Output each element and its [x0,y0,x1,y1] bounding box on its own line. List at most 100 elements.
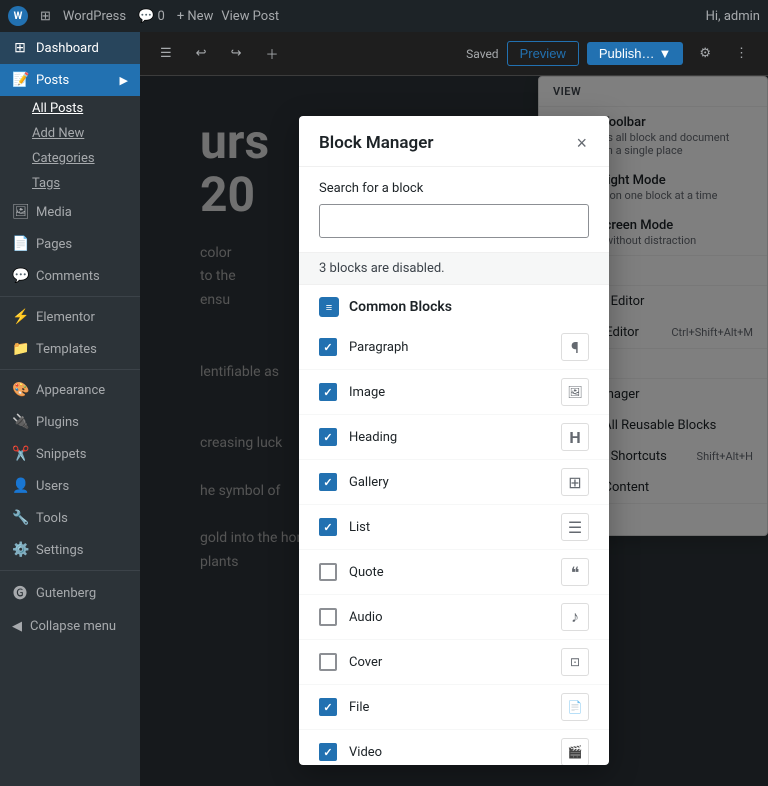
audio-checkbox[interactable] [319,608,337,626]
topbar-site-name: WordPress [63,9,126,24]
pages-icon: 📄 [12,236,28,252]
sidebar-subitem-categories[interactable]: Categories [0,146,140,171]
preview-button[interactable]: Preview [507,41,579,66]
quote-icon: ❝ [561,558,589,586]
sidebar-label-comments: Comments [36,269,100,284]
cover-checkbox[interactable] [319,653,337,671]
saved-status: Saved [466,47,498,61]
toolbar-right: Saved Preview Publish… ▼ ⚙ ⋮ [466,41,756,66]
sidebar-item-pages[interactable]: 📄 Pages [0,228,140,260]
sidebar-item-comments[interactable]: 💬 Comments [0,260,140,292]
publish-button[interactable]: Publish… ▼ [587,42,684,65]
image-checkbox[interactable] [319,383,337,401]
gallery-checkbox[interactable] [319,473,337,491]
sidebar-divider-1 [0,296,140,297]
modal-status-bar: 3 blocks are disabled. [299,253,609,285]
heading-checkbox[interactable] [319,428,337,446]
gutenberg-icon: 🅖 [12,583,28,603]
topbar-comment-icon[interactable]: 💬 0 [134,9,169,24]
list-checkbox[interactable] [319,518,337,536]
media-icon: 🖼 [12,204,28,220]
toolbar-toggle-icon[interactable]: ☰ [152,42,180,65]
sidebar-item-media[interactable]: 🖼 Media [0,196,140,228]
sidebar-label-snippets: Snippets [36,447,87,462]
topbar-right: Hi, admin [706,9,760,24]
modal-search-area: Search for a block [299,167,609,253]
topbar-grid-icon[interactable]: ⊞ [36,9,55,24]
block-item-cover: Cover ⊡ [299,640,609,685]
sidebar-label-tools: Tools [36,511,68,526]
sidebar-item-snippets[interactable]: ✂️ Snippets [0,438,140,470]
file-name: File [349,700,549,715]
modal-body[interactable]: ≡ Common Blocks Paragraph ¶ Image 🖼 [299,285,609,765]
heading-icon: H [561,423,589,451]
cover-icon: ⊡ [561,648,589,676]
search-label: Search for a block [319,181,589,196]
modal-overlay: Block Manager × Search for a block 3 blo… [140,76,768,786]
sidebar-item-appearance[interactable]: 🎨 Appearance [0,374,140,406]
block-manager-modal: Block Manager × Search for a block 3 blo… [299,116,609,765]
topbar: W ⊞ WordPress 💬 0 + New View Post Hi, ad… [0,0,768,32]
sidebar-subitem-tags[interactable]: Tags [0,171,140,196]
sidebar-subitem-add-new[interactable]: Add New [0,121,140,146]
more-options-icon[interactable]: ⋮ [727,42,756,65]
sidebar-item-tools[interactable]: 🔧 Tools [0,502,140,534]
toolbar-redo-icon[interactable]: ↪ [223,42,250,65]
paragraph-checkbox[interactable] [319,338,337,356]
appearance-icon: 🎨 [12,382,28,398]
block-item-quote: Quote ❝ [299,550,609,595]
quote-checkbox[interactable] [319,563,337,581]
cover-name: Cover [349,655,549,670]
toolbar-add-block-icon[interactable]: ＋ [257,40,286,67]
file-checkbox[interactable] [319,698,337,716]
sidebar-divider-2 [0,369,140,370]
topbar-view-post-link[interactable]: View Post [221,9,279,24]
sidebar-item-templates[interactable]: 📁 Templates [0,333,140,365]
editor-main: urs20 colorto theensulentifiable ascreas… [140,76,768,786]
toolbar-undo-icon[interactable]: ↩ [188,42,215,65]
sidebar-item-users[interactable]: 👤 Users [0,470,140,502]
sidebar-item-elementor[interactable]: ⚡ Elementor [0,301,140,333]
sidebar-item-posts[interactable]: 📝 Posts ▶ [0,64,140,96]
sidebar-item-gutenberg[interactable]: 🅖 Gutenberg [0,575,140,611]
common-blocks-header: ≡ Common Blocks [299,285,609,325]
sidebar-subitem-all-posts[interactable]: All Posts [0,96,140,121]
video-checkbox[interactable] [319,743,337,761]
sidebar-item-plugins[interactable]: 🔌 Plugins [0,406,140,438]
paragraph-icon: ¶ [561,333,589,361]
sidebar-label-media: Media [36,205,72,220]
sidebar-collapse-button[interactable]: ◀ Collapse menu [0,611,140,642]
modal-close-button[interactable]: × [574,132,589,154]
tools-icon: 🔧 [12,510,28,526]
common-blocks-icon: ≡ [319,297,339,317]
file-icon: 📄 [561,693,589,721]
collapse-label: Collapse menu [30,619,116,634]
common-blocks-title: Common Blocks [349,299,452,315]
block-item-list: List ☰ [299,505,609,550]
sidebar-label-posts: Posts [36,73,69,88]
sidebar-item-settings[interactable]: ⚙️ Settings [0,534,140,566]
settings-toggle-icon[interactable]: ⚙ [691,42,719,65]
topbar-new-button[interactable]: + New [177,9,214,24]
comments-icon: 💬 [12,268,28,284]
wp-logo[interactable]: W [8,6,28,26]
gallery-name: Gallery [349,475,549,490]
sidebar-label-gutenberg: Gutenberg [36,586,96,601]
sidebar-label-users: Users [36,479,69,494]
video-icon: 🎬 [561,738,589,765]
plugins-icon: 🔌 [12,414,28,430]
sidebar-item-dashboard[interactable]: ⊞ Dashboard [0,32,140,64]
audio-name: Audio [349,610,549,625]
audio-icon: ♪ [561,603,589,631]
sidebar-label-settings: Settings [36,543,83,558]
heading-name: Heading [349,430,549,445]
sidebar-label-pages: Pages [36,237,72,252]
list-icon: ☰ [561,513,589,541]
collapse-icon: ◀ [12,619,22,634]
modal-title: Block Manager [319,133,433,153]
block-item-video: Video 🎬 [299,730,609,765]
search-input[interactable] [319,204,589,238]
sidebar-label-appearance: Appearance [36,383,105,398]
block-item-gallery: Gallery ⊞ [299,460,609,505]
modal-header: Block Manager × [299,116,609,167]
